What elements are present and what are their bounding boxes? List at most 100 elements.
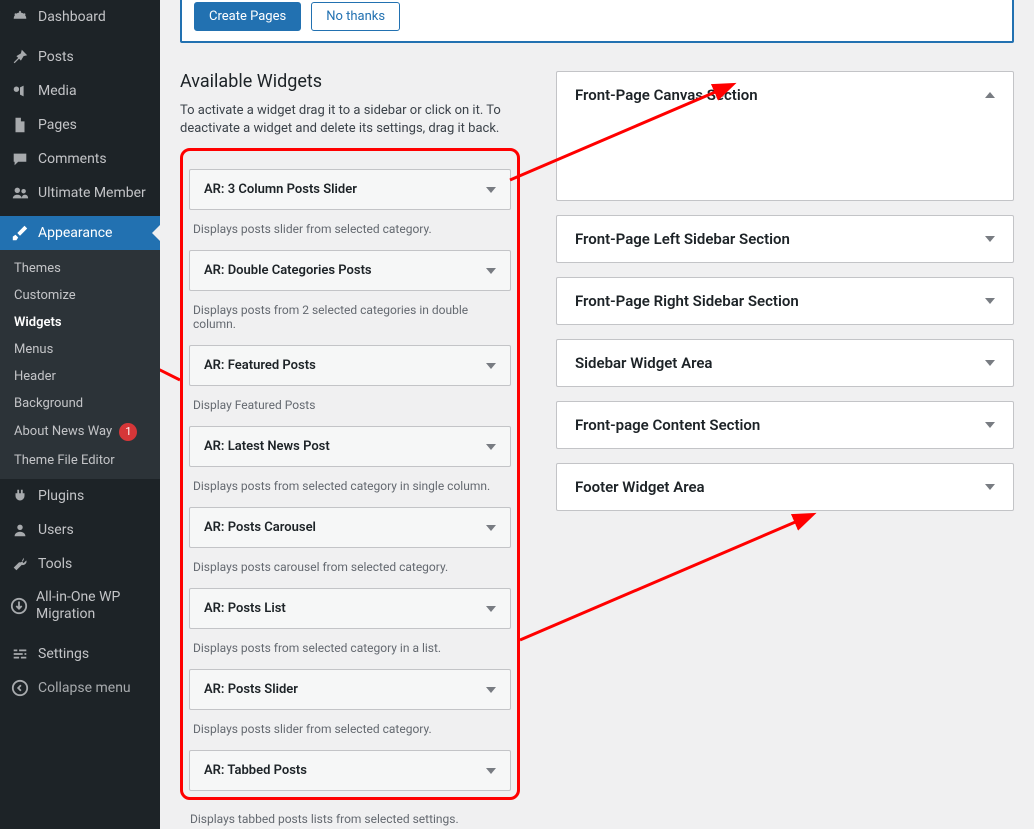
sidebar-widget-area[interactable]: Sidebar Widget Area: [556, 339, 1014, 387]
widget-description: Displays posts from 2 selected categorie…: [189, 291, 511, 345]
sidebar-title: Front-page Content Section: [575, 416, 760, 434]
submenu-label: About News Way: [14, 424, 112, 439]
appearance-submenu: Themes Customize Widgets Menus Header Ba…: [0, 250, 160, 479]
active-arrow-icon: [152, 225, 160, 241]
menu-label: Collapse menu: [38, 680, 131, 696]
widget-title: AR: 3 Column Posts Slider: [204, 182, 357, 197]
media-icon: [10, 82, 30, 100]
chevron-down-icon: [486, 187, 496, 193]
available-widget-item[interactable]: AR: Double Categories Posts: [189, 250, 511, 291]
page-icon: [10, 116, 30, 134]
menu-label: Ultimate Member: [38, 185, 146, 201]
menu-collapse[interactable]: Collapse menu: [0, 671, 160, 705]
content-area: Create Pages No thanks Available Widgets…: [160, 0, 1034, 829]
sidebar-front-content[interactable]: Front-page Content Section: [556, 401, 1014, 449]
available-widget-item[interactable]: AR: Latest News Post: [189, 426, 511, 467]
collapse-icon: [10, 679, 30, 697]
chevron-down-icon: [985, 422, 995, 428]
available-widget-item[interactable]: AR: Posts Slider: [189, 669, 511, 710]
admin-sidebar: Dashboard Posts Media Pages Comments Ult…: [0, 0, 160, 829]
widget-title: AR: Posts Slider: [204, 682, 298, 697]
widget-description: Displays posts slider from selected cate…: [189, 210, 511, 250]
menu-aio-migration[interactable]: All-in-One WP Migration: [0, 581, 160, 631]
chevron-down-icon: [486, 363, 496, 369]
chevron-down-icon: [486, 687, 496, 693]
available-widget-item[interactable]: AR: Posts Carousel: [189, 507, 511, 548]
pin-icon: [10, 48, 30, 66]
migrate-icon: [10, 597, 28, 615]
menu-ultimate-member[interactable]: Ultimate Member: [0, 176, 160, 210]
menu-dashboard[interactable]: Dashboard: [0, 0, 160, 34]
sliders-icon: [10, 645, 30, 663]
menu-pages[interactable]: Pages: [0, 108, 160, 142]
menu-label: Plugins: [38, 488, 84, 504]
menu-label: Posts: [38, 49, 74, 65]
dashboard-icon: [10, 8, 30, 26]
submenu-customize[interactable]: Customize: [0, 282, 160, 309]
menu-label: Dashboard: [38, 9, 106, 25]
chevron-up-icon: [985, 92, 995, 98]
chevron-down-icon: [486, 606, 496, 612]
submenu-about-news-way[interactable]: About News Way 1: [0, 417, 160, 447]
available-widget-item[interactable]: AR: Posts List: [189, 588, 511, 629]
submenu-widgets[interactable]: Widgets: [0, 309, 160, 336]
chevron-down-icon: [985, 236, 995, 242]
create-pages-button[interactable]: Create Pages: [194, 2, 301, 31]
menu-label: Media: [38, 83, 77, 99]
menu-label: Settings: [38, 646, 89, 662]
menu-tools[interactable]: Tools: [0, 547, 160, 581]
available-widget-item[interactable]: AR: Featured Posts: [189, 345, 511, 386]
menu-comments[interactable]: Comments: [0, 142, 160, 176]
chevron-down-icon: [486, 444, 496, 450]
widget-description: Displays posts from selected category in…: [189, 467, 511, 507]
menu-users[interactable]: Users: [0, 513, 160, 547]
widget-title: AR: Latest News Post: [204, 439, 330, 454]
widget-title: AR: Double Categories Posts: [204, 263, 372, 278]
submenu-background[interactable]: Background: [0, 390, 160, 417]
widget-description: Displays posts slider from selected cate…: [189, 710, 511, 750]
sidebar-front-right[interactable]: Front-Page Right Sidebar Section: [556, 277, 1014, 325]
menu-label: Appearance: [38, 225, 112, 241]
submenu-themes[interactable]: Themes: [0, 255, 160, 282]
sidebar-front-canvas[interactable]: Front-Page Canvas Section: [556, 71, 1014, 201]
menu-posts[interactable]: Posts: [0, 40, 160, 74]
menu-label: All-in-One WP Migration: [36, 589, 150, 623]
available-widget-item[interactable]: AR: Tabbed Posts: [189, 750, 511, 791]
plug-icon: [10, 487, 30, 505]
submenu-menus[interactable]: Menus: [0, 336, 160, 363]
menu-appearance[interactable]: Appearance: [0, 216, 160, 250]
available-widgets-description: To activate a widget drag it to a sideba…: [180, 102, 520, 138]
install-pages-notice: Create Pages No thanks: [180, 0, 1014, 43]
chevron-down-icon: [486, 768, 496, 774]
widget-title: AR: Tabbed Posts: [204, 763, 307, 778]
sidebar-title: Footer Widget Area: [575, 478, 705, 496]
sidebar-title: Front-Page Left Sidebar Section: [575, 230, 790, 248]
available-widgets-column: Available Widgets To activate a widget d…: [180, 71, 520, 829]
no-thanks-button[interactable]: No thanks: [311, 2, 400, 31]
menu-media[interactable]: Media: [0, 74, 160, 108]
menu-label: Pages: [38, 117, 77, 133]
chevron-down-icon: [486, 268, 496, 274]
menu-label: Tools: [38, 556, 72, 572]
submenu-header[interactable]: Header: [0, 363, 160, 390]
sidebar-front-left[interactable]: Front-Page Left Sidebar Section: [556, 215, 1014, 263]
widget-description: Displays tabbed posts lists from selecte…: [180, 800, 520, 829]
chevron-down-icon: [985, 484, 995, 490]
menu-label: Comments: [38, 151, 107, 167]
sidebar-title: Front-Page Right Sidebar Section: [575, 292, 799, 310]
widget-title: AR: Posts List: [204, 601, 286, 616]
annotation-highlight-box: AR: 3 Column Posts Slider Displays posts …: [180, 148, 520, 800]
menu-label: Users: [38, 522, 74, 538]
sidebar-title: Front-Page Canvas Section: [575, 86, 758, 104]
available-widget-item[interactable]: AR: 3 Column Posts Slider: [189, 169, 511, 210]
sidebar-footer-area[interactable]: Footer Widget Area: [556, 463, 1014, 511]
menu-settings[interactable]: Settings: [0, 637, 160, 671]
menu-plugins[interactable]: Plugins: [0, 479, 160, 513]
chevron-down-icon: [985, 298, 995, 304]
user-icon: [10, 521, 30, 539]
widget-description: Display Featured Posts: [189, 386, 511, 426]
chevron-down-icon: [486, 525, 496, 531]
submenu-theme-file-editor[interactable]: Theme File Editor: [0, 447, 160, 474]
available-widgets-heading: Available Widgets: [180, 71, 520, 92]
sidebar-title: Sidebar Widget Area: [575, 354, 712, 372]
